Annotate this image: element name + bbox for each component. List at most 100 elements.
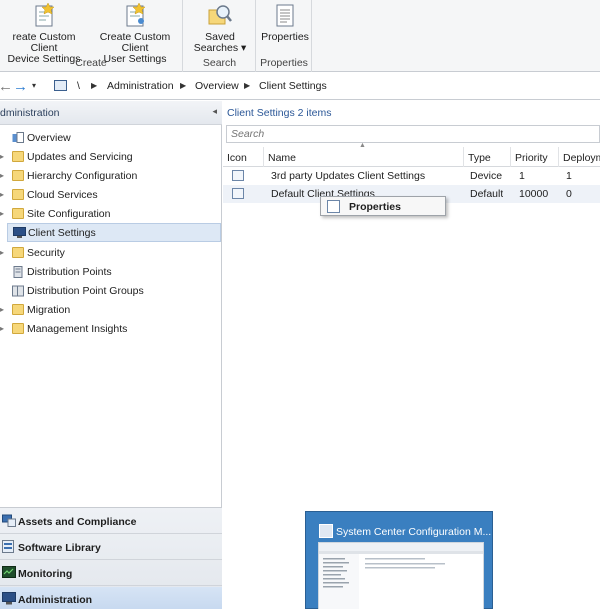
workspace-label: Monitoring	[18, 568, 73, 580]
ribbon-button-line1: reate Custom Client	[12, 31, 76, 54]
folder-icon	[12, 208, 24, 219]
expand-icon[interactable]: ▸	[0, 324, 4, 333]
tree-item-management-insights[interactable]: ▸ Management Insights	[0, 320, 222, 339]
tree-item-label: Overview	[27, 132, 71, 144]
create-custom-client-user-settings-button[interactable]: Create Custom Client User Settings	[89, 2, 181, 65]
properties-icon	[327, 200, 340, 213]
ribbon-group-label: Create	[75, 57, 107, 69]
window-preview	[318, 542, 484, 609]
column-header-deployments[interactable]: Deployme	[559, 147, 600, 167]
ribbon-group-label: Properties	[260, 57, 308, 69]
column-header-priority[interactable]: Priority	[511, 147, 559, 167]
cell-name: 3rd party Updates Client Settings	[271, 170, 426, 182]
breadcrumb-separator-icon: ▶	[180, 81, 187, 90]
saved-search-icon	[207, 2, 233, 28]
expand-icon[interactable]: ▸	[0, 305, 4, 314]
context-menu-item-properties[interactable]: Properties	[321, 197, 445, 215]
breadcrumb-client-settings[interactable]: Client Settings	[259, 80, 327, 92]
expand-icon[interactable]: ▸	[0, 171, 4, 180]
monitoring-icon	[2, 566, 16, 579]
tree-item-migration[interactable]: ▸ Migration	[0, 301, 222, 320]
breadcrumb-overview[interactable]: Overview	[195, 80, 239, 92]
tree-item-security[interactable]: ▸ Security	[0, 244, 222, 263]
tree-item-label: Updates and Servicing	[27, 151, 133, 163]
results-header: Client Settings 2 items	[223, 101, 600, 123]
search-box[interactable]	[226, 125, 600, 143]
tree-item-site-configuration[interactable]: ▸ Site Configuration	[0, 205, 222, 224]
tree-item-label: Cloud Services	[27, 189, 98, 201]
folder-icon	[12, 170, 24, 181]
navigation-pane: dministration ◂ Overview ▸ Updates and S…	[0, 101, 222, 609]
tree-item-distribution-point-groups[interactable]: Distribution Point Groups	[0, 282, 222, 301]
settings-user-doc-icon	[122, 2, 148, 28]
workspace-administration[interactable]: Administration	[0, 587, 222, 609]
column-header-name[interactable]: Name	[264, 147, 464, 167]
folder-icon	[12, 247, 24, 258]
folder-icon	[12, 189, 24, 200]
assets-icon	[2, 514, 16, 527]
distribution-point-group-icon	[12, 285, 24, 297]
workspace-assets-and-compliance[interactable]: Assets and Compliance	[0, 509, 222, 534]
ribbon-group-search: Saved Searches ▾ Search	[184, 0, 256, 72]
tree-item-hierarchy-configuration[interactable]: ▸ Hierarchy Configuration	[0, 167, 222, 186]
breadcrumb-administration[interactable]: Administration	[107, 80, 174, 92]
properties-button[interactable]: Properties	[259, 2, 311, 43]
cell-priority: 1	[519, 170, 525, 182]
saved-searches-button[interactable]: Saved Searches ▾	[190, 2, 250, 54]
ribbon-button-line2: Searches ▾	[193, 42, 247, 54]
expand-icon[interactable]: ▸	[0, 152, 4, 161]
tree-item-label: Migration	[27, 304, 71, 316]
forward-button[interactable]: →	[13, 79, 28, 94]
tree-item-distribution-points[interactable]: Distribution Points	[0, 263, 222, 282]
workspace-software-library[interactable]: Software Library	[0, 535, 222, 560]
client-settings-item-icon	[232, 170, 244, 181]
taskbar-thumbnail[interactable]: System Center Configuration M...	[305, 511, 493, 609]
settings-doc-icon	[31, 2, 57, 28]
administration-icon	[2, 592, 16, 605]
tree-item-client-settings[interactable]: Client Settings	[7, 223, 221, 242]
tree-item-label: Distribution Points	[27, 266, 112, 278]
tree-item-overview[interactable]: Overview	[0, 129, 222, 148]
history-dropdown-icon[interactable]: ▾	[32, 81, 36, 90]
tree-item-label: Hierarchy Configuration	[27, 170, 138, 182]
column-header-icon[interactable]: Icon	[223, 147, 264, 167]
context-menu-item-label: Properties	[349, 201, 401, 213]
distribution-point-icon	[12, 266, 24, 278]
ribbon-group-create: reate Custom Client Device Settings Crea…	[0, 0, 183, 72]
table-row[interactable]: 3rd party Updates Client Settings Device…	[223, 167, 600, 185]
tree-item-updates-and-servicing[interactable]: ▸ Updates and Servicing	[0, 148, 222, 167]
tree-item-label: Site Configuration	[27, 208, 111, 220]
create-custom-client-device-settings-button[interactable]: reate Custom Client Device Settings	[0, 2, 88, 65]
folder-icon	[12, 323, 24, 334]
console-root-icon	[54, 80, 67, 91]
search-input[interactable]	[227, 126, 599, 142]
folder-icon	[12, 304, 24, 315]
cell-deployments: 0	[566, 188, 572, 200]
collapse-pane-icon[interactable]: ◂	[212, 106, 217, 117]
ribbon-button-line1: Properties	[261, 31, 309, 43]
ribbon-group-label: Search	[202, 57, 237, 69]
workspace-label: Software Library	[18, 542, 101, 554]
cell-type: Device	[470, 170, 503, 182]
taskbar-thumbnail-title: System Center Configuration M...	[336, 526, 492, 538]
workspace-monitoring[interactable]: Monitoring	[0, 561, 222, 586]
expand-icon[interactable]: ▸	[0, 209, 4, 218]
library-icon	[2, 540, 16, 553]
results-title: Client Settings 2 items	[227, 107, 332, 119]
back-button[interactable]: ←	[0, 79, 13, 94]
expand-icon[interactable]: ▸	[0, 190, 4, 199]
breadcrumb-root[interactable]: \	[77, 80, 80, 92]
overview-icon	[12, 132, 24, 143]
column-header-type[interactable]: Type	[464, 147, 511, 167]
configuration-manager-icon	[319, 524, 333, 538]
workspace-label: Assets and Compliance	[18, 516, 137, 528]
folder-icon	[12, 151, 24, 162]
tree-item-label: Security	[27, 247, 65, 259]
properties-icon	[272, 2, 298, 28]
ribbon-button-line1: Create Custom Client	[99, 31, 171, 54]
breadcrumb-separator-icon: ▶	[244, 81, 251, 90]
tree-item-cloud-services[interactable]: ▸ Cloud Services	[0, 186, 222, 205]
client-settings-icon	[13, 227, 26, 238]
expand-icon[interactable]: ▸	[0, 248, 4, 257]
breadcrumb-separator-icon: ▶	[91, 81, 98, 90]
